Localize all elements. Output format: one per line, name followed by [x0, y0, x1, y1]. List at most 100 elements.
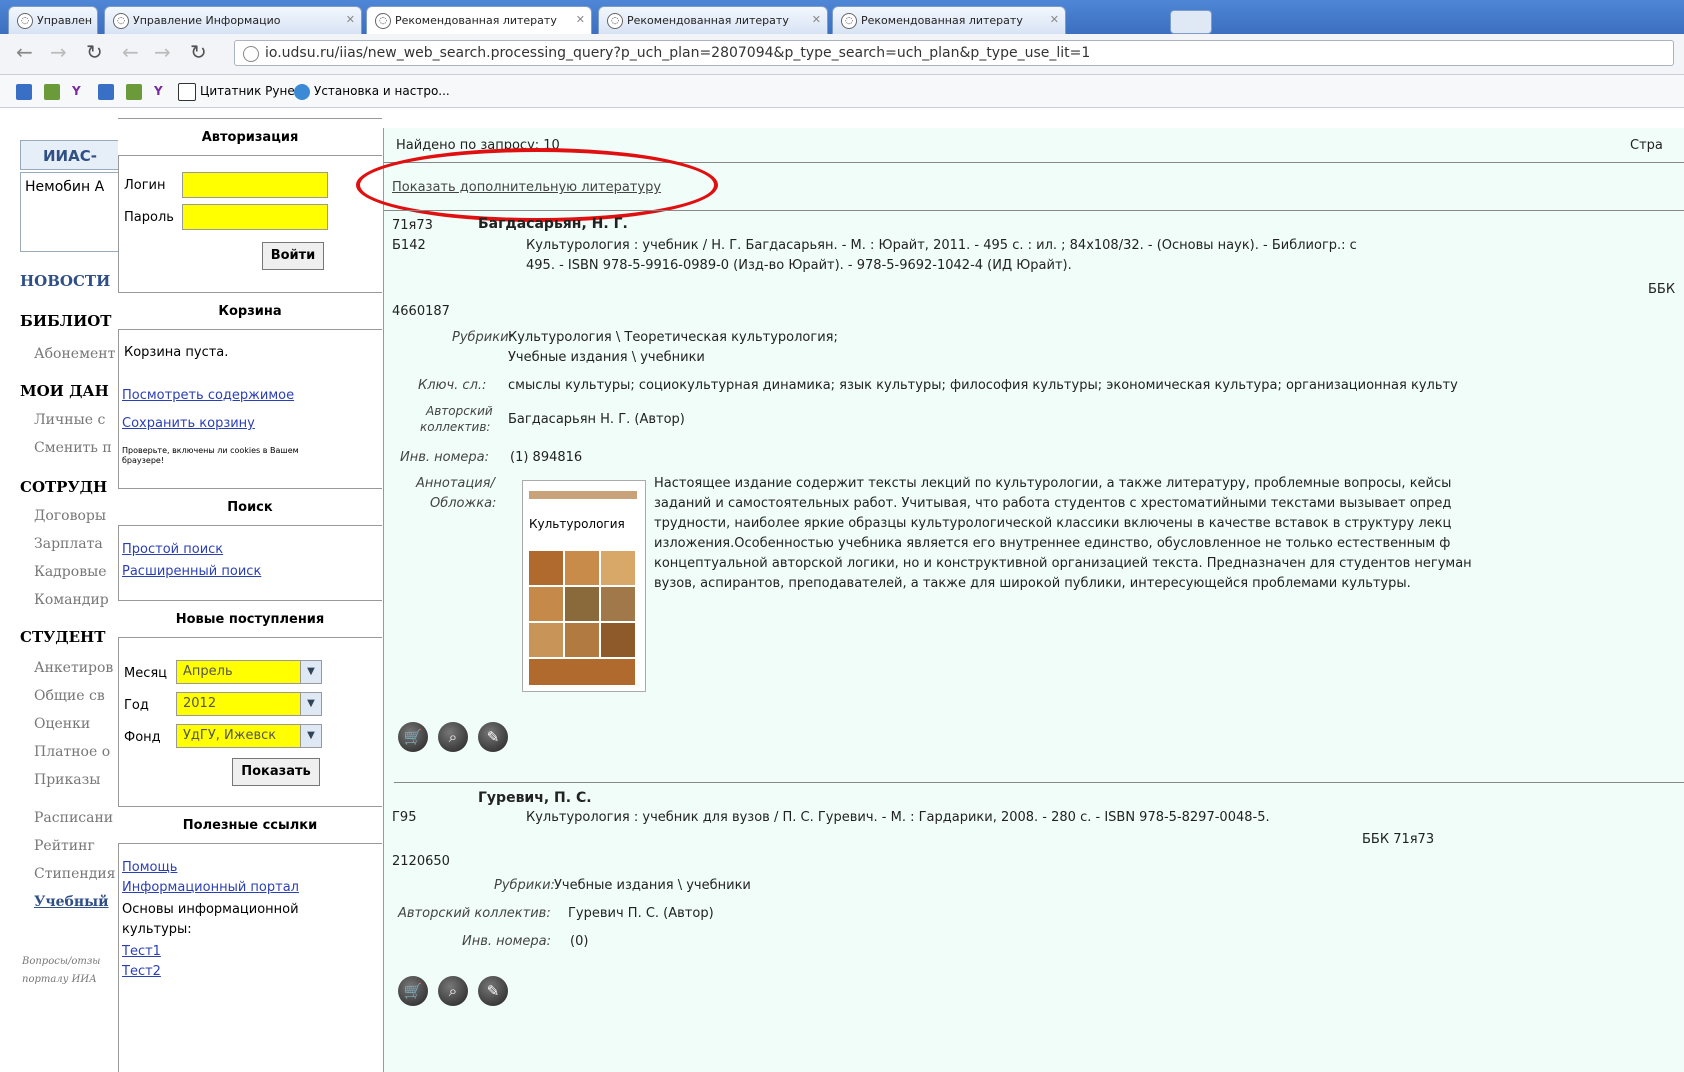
menu-change-password[interactable]: Сменить п — [34, 440, 118, 456]
address-bar[interactable]: io.udsu.ru/iias/new_web_search.processin… — [234, 40, 1674, 66]
menu-study[interactable]: Учебный — [34, 894, 118, 910]
password-input[interactable] — [182, 204, 328, 230]
bookmarks-bar: Y Y Цитатник Рунета Установка и настро..… — [0, 75, 1684, 108]
back-icon[interactable]: ← — [122, 40, 139, 64]
address-text: io.udsu.ru/iias/new_web_search.processin… — [265, 45, 1091, 61]
record-bbk: ББК 71я73 — [1362, 832, 1435, 847]
menu-news[interactable]: НОВОСТИ — [20, 272, 118, 290]
menu-personal[interactable]: Личные с — [34, 412, 118, 428]
close-icon[interactable]: ✕ — [812, 13, 821, 26]
cart-empty: Корзина пуста. — [124, 345, 229, 360]
back-icon[interactable]: ← — [16, 40, 33, 64]
month-select[interactable]: Апрель ▼ — [176, 660, 322, 684]
simple-search-link[interactable]: Простой поиск — [122, 542, 223, 557]
menu-staff: СОТРУДН — [20, 478, 108, 496]
rubrics-value: Культурология \ Теоретическая культуроло… — [508, 330, 838, 345]
login-input[interactable] — [182, 172, 328, 198]
close-icon[interactable]: ✕ — [1050, 13, 1059, 26]
page-label: Стра — [1630, 138, 1663, 153]
menu-hr[interactable]: Кадровые — [34, 564, 118, 580]
menu-salary[interactable]: Зарплата — [34, 536, 118, 552]
tab-2[interactable]: ◌ Управление Информацио ✕ — [104, 6, 362, 34]
search-icon[interactable]: ⌕ — [438, 976, 468, 1006]
test1-link[interactable]: Тест1 — [122, 944, 161, 959]
menu-stipend[interactable]: Стипендия — [34, 866, 118, 882]
bookmark-icon[interactable] — [16, 81, 36, 101]
login-label: Логин — [124, 178, 166, 193]
bookmark-icon[interactable] — [44, 81, 64, 101]
citatnik-icon — [178, 82, 196, 101]
edit-icon[interactable]: ✎ — [478, 722, 508, 752]
close-icon[interactable]: ✕ — [346, 13, 355, 26]
cart-icon[interactable]: 🛒 — [398, 722, 428, 752]
show-button[interactable]: Показать — [232, 758, 320, 786]
save-cart-link[interactable]: Сохранить корзину — [122, 416, 255, 431]
site-logo[interactable]: ИИАС- — [20, 140, 120, 170]
tab-5[interactable]: ◌ Рекомендованная литерату ✕ — [832, 6, 1066, 34]
menu-trips[interactable]: Командир — [34, 592, 118, 608]
menu-abonement[interactable]: Абонемент — [34, 346, 118, 362]
advanced-search-link[interactable]: Расширенный поиск — [122, 564, 261, 579]
bookmark-icon[interactable]: Y — [72, 81, 81, 101]
bookmark-icon[interactable] — [126, 81, 146, 101]
keywords-value: смыслы культуры; социокультурная динамик… — [508, 378, 1458, 393]
tab-1[interactable]: ◌ Управлен — [8, 6, 98, 34]
edit-icon[interactable]: ✎ — [478, 976, 508, 1006]
record-code: 71я73 — [392, 218, 433, 233]
fund-label: Фонд — [124, 730, 161, 745]
menu-mydata: МОИ ДАН — [20, 382, 109, 400]
links-header: Полезные ссылки — [118, 806, 382, 844]
bookmark-install[interactable]: Установка и настро... — [294, 81, 450, 101]
record-desc: Культурология : учебник / Н. Г. Багдасар… — [526, 238, 1357, 253]
forward-icon[interactable]: → — [154, 40, 171, 64]
record-desc: Культурология : учебник для вузов / П. С… — [526, 810, 1270, 825]
login-button[interactable]: Войти — [262, 242, 324, 270]
record-id: 2120650 — [392, 854, 450, 869]
menu-common[interactable]: Общие св — [34, 688, 118, 704]
globe-icon: ◌ — [375, 13, 391, 29]
book-cover[interactable]: Культурология — [522, 480, 646, 692]
user-name: Немобин А — [25, 179, 105, 195]
view-contents-link[interactable]: Посмотреть содержимое — [122, 388, 294, 403]
user-box: Немобин А — [20, 172, 120, 252]
authors-label: Авторский — [426, 404, 493, 418]
reload-icon[interactable]: ↻ — [190, 40, 207, 64]
tab-4[interactable]: ◌ Рекомендованная литерату ✕ — [598, 6, 828, 34]
test2-link[interactable]: Тест2 — [122, 964, 161, 979]
bookmark-icon[interactable]: Y — [154, 81, 163, 101]
year-select[interactable]: 2012 ▼ — [176, 692, 322, 716]
search-icon[interactable]: ⌕ — [438, 722, 468, 752]
cart-header: Корзина — [118, 292, 382, 330]
cart-icon[interactable]: 🛒 — [398, 976, 428, 1006]
reload-icon[interactable]: ↻ — [86, 40, 103, 64]
menu-rating[interactable]: Рейтинг — [34, 838, 118, 854]
forward-icon[interactable]: → — [50, 40, 67, 64]
tab-label: Рекомендованная литерату — [627, 14, 789, 27]
rubrics-label: Рубрики: — [494, 878, 555, 893]
info-portal-link[interactable]: Информационный портал — [122, 880, 299, 895]
menu-schedule[interactable]: Расписани — [34, 810, 118, 826]
tab-label: Управление Информацио — [133, 14, 281, 27]
fund-select[interactable]: УдГУ, Ижевск ▼ — [176, 724, 322, 748]
menu-orders[interactable]: Приказы — [34, 772, 118, 788]
annotation-label: Аннотация/ — [416, 476, 495, 491]
inv-value: (1) 894816 — [510, 450, 583, 465]
menu-paid[interactable]: Платное о — [34, 744, 118, 760]
menu-survey[interactable]: Анкетиров — [34, 660, 118, 676]
menu-grades[interactable]: Оценки — [34, 716, 118, 732]
bookmark-icon[interactable] — [98, 81, 118, 101]
help-link[interactable]: Помощь — [122, 860, 177, 875]
new-tab-button[interactable] — [1170, 10, 1212, 34]
globe-icon: ◌ — [841, 13, 857, 29]
annotation-line: Настоящее издание содержит тексты лекций… — [654, 476, 1452, 491]
auth-header: Авторизация — [118, 118, 382, 156]
tab-label: Рекомендованная литерату — [395, 14, 557, 27]
tab-3[interactable]: ◌ Рекомендованная литерату ✕ — [366, 6, 592, 34]
chrome-icon — [294, 83, 310, 100]
menu-contracts[interactable]: Договоры — [34, 508, 118, 524]
record-id: 4660187 — [392, 304, 450, 319]
bookmark-citatnik[interactable]: Цитатник Рунета — [178, 81, 309, 101]
fund-value: УдГУ, Ижевск — [183, 728, 277, 743]
close-icon[interactable]: ✕ — [576, 13, 585, 26]
globe-icon: ◌ — [17, 13, 33, 29]
